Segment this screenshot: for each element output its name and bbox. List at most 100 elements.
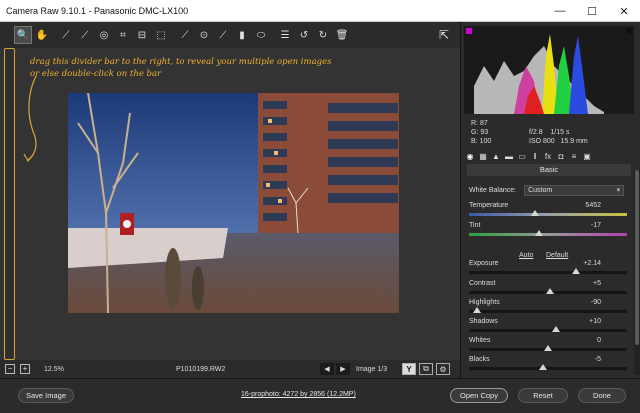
panel-tab-5-icon[interactable]: ‖ [530,152,540,161]
hint-line-1: drag this divider bar to the right, to r… [30,57,332,67]
panel-tab-0-icon[interactable]: ◉ [465,152,475,161]
photo-preview[interactable] [68,93,399,313]
transform-tool-icon[interactable]: ⬚ [152,26,170,44]
open-copy-button[interactable]: Open Copy [450,388,508,403]
maximize-button[interactable]: ☐ [576,0,608,22]
panel-scrollbar[interactable] [634,170,640,375]
radial-filter-icon[interactable]: ⬭ [252,26,270,44]
contrast-label: Contrast [469,280,496,287]
panel-tab-1-icon[interactable]: ▦ [478,152,488,161]
graduated-filter-icon[interactable]: ▮ [233,26,251,44]
whites-value[interactable]: 0 [561,337,601,344]
focal-length-value: 15.9 mm [560,138,588,145]
panel-tab-6-icon[interactable]: fx [543,152,553,161]
crop-tool-icon[interactable]: ⌗ [114,26,132,44]
rgb-readout: R: 87 G: 93 B: 100 [471,119,491,146]
b-label: B: [471,138,478,145]
tool-group: 🔍 ✋ ⟋ ⟋ ◎ ⌗ ⊟ ⬚ ⟋ ⊙ ⟋ ▮ ⬭ ☰ ↺ ↻ 🗑 [14,26,352,44]
contrast-value[interactable]: +5 [561,280,601,287]
minimize-button[interactable]: — [544,0,576,22]
preferences-icon[interactable]: ☰ [276,26,294,44]
r-label: R: [471,120,478,127]
highlight-clipping-warning-icon[interactable] [626,28,632,34]
shadows-track[interactable] [469,329,627,332]
adjustment-brush-icon[interactable]: ⟋ [214,26,232,44]
spot-removal-tool-icon[interactable]: ⟋ [176,26,194,44]
shadows-thumb[interactable] [551,326,560,332]
before-after-y-button[interactable]: Y [402,363,416,375]
trash-icon[interactable]: 🗑 [333,26,351,44]
white-balance-row: White Balance: Custom [469,185,631,196]
fullscreen-toggle-icon[interactable]: ⇱ [435,26,453,44]
highlights-track[interactable] [469,310,627,313]
rotate-left-icon[interactable]: ↺ [295,26,313,44]
panel-tab-8-icon[interactable]: ≡ [569,152,579,161]
tint-thumb[interactable] [534,230,543,236]
white-balance-label: White Balance: [469,187,517,194]
adjustments-panel: R: 87 G: 93 B: 100 f/2.8 1/15 s ISO 800 … [460,22,640,400]
exposure-thumb[interactable] [572,268,581,274]
exposure-info: f/2.8 1/15 s ISO 800 15.9 mm [529,119,588,146]
zoom-in-button[interactable]: + [20,364,30,374]
blacks-label: Blacks [469,356,490,363]
highlights-thumb[interactable] [472,307,481,313]
auto-button[interactable]: Auto [519,252,533,259]
temperature-thumb[interactable] [531,210,540,216]
panel-scrollbar-thumb[interactable] [635,170,639,345]
panel-tab-7-icon[interactable]: ◘ [556,152,566,161]
shadows-value[interactable]: +10 [561,318,601,325]
white-balance-select[interactable]: Custom [524,185,625,196]
panel-tab-2-icon[interactable]: ▲ [491,152,501,161]
targeted-adjustment-tool-icon[interactable]: ◎ [95,26,113,44]
contrast-thumb[interactable] [545,288,554,294]
whites-label: Whites [469,337,491,344]
previous-image-button[interactable]: ◀ [320,363,334,375]
color-sampler-tool-icon[interactable]: ⟋ [76,26,94,44]
tint-track[interactable] [469,233,627,236]
blacks-track[interactable] [469,367,627,370]
default-button[interactable]: Default [546,252,568,259]
window-controls: — ☐ ✕ [544,0,640,22]
iso-value: ISO 800 [529,138,555,145]
close-button[interactable]: ✕ [608,0,640,22]
exposure-value[interactable]: +2.14 [561,260,601,267]
blacks-thumb[interactable] [539,364,548,370]
panel-tab-4-icon[interactable]: ▭ [517,152,527,161]
save-image-button[interactable]: Save Image [18,388,74,403]
hand-tool-icon[interactable]: ✋ [33,26,51,44]
zoom-tool-icon[interactable]: 🔍 [14,26,32,44]
panel-tab-3-icon[interactable]: ▬ [504,152,514,161]
reset-button[interactable]: Reset [518,388,568,403]
histogram [464,26,634,114]
shutter-value: 1/15 s [550,129,570,136]
view-options: Y ⧉ ⚙ [402,363,450,375]
whites-thumb[interactable] [544,345,552,351]
zoom-out-button[interactable]: − [5,364,15,374]
red-eye-tool-icon[interactable]: ⊙ [195,26,213,44]
white-balance-tool-icon[interactable]: ⟋ [57,26,75,44]
photo-image [68,93,399,313]
temperature-label: Temperature [469,202,509,209]
straighten-tool-icon[interactable]: ⊟ [133,26,151,44]
next-image-button[interactable]: ▶ [336,363,350,375]
g-value: 93 [480,129,489,136]
rotate-right-icon[interactable]: ↻ [314,26,332,44]
exposure-track[interactable] [469,271,627,274]
window-title: Camera Raw 9.10.1 - Panasonic DMC-LX100 [6,5,189,16]
compare-icon[interactable]: ⧉ [419,363,433,375]
histogram-graph [474,34,604,114]
workflow-options-link[interactable]: 16-prophoto: 4272 by 2856 (12.2MP) [241,391,356,398]
zoom-level-select[interactable]: 12.5% [44,366,64,373]
blacks-value[interactable]: -5 [561,356,601,363]
view-settings-icon[interactable]: ⚙ [436,363,450,375]
temperature-track[interactable] [469,213,627,216]
panel-tab-9-icon[interactable]: ▣ [582,152,592,161]
done-button[interactable]: Done [578,388,626,403]
tint-value[interactable]: -17 [561,222,601,229]
highlights-value[interactable]: -90 [561,299,601,306]
window-titlebar: Camera Raw 9.10.1 - Panasonic DMC-LX100 … [0,0,640,22]
temperature-value[interactable]: 5452 [561,202,601,209]
image-preview-area: drag this divider bar to the right, to r… [0,48,460,360]
panel-tabs: ◉ ▦ ▲ ▬ ▭ ‖ fx ◘ ≡ ▣ [465,150,635,162]
shadow-clipping-warning-icon[interactable] [466,28,472,34]
